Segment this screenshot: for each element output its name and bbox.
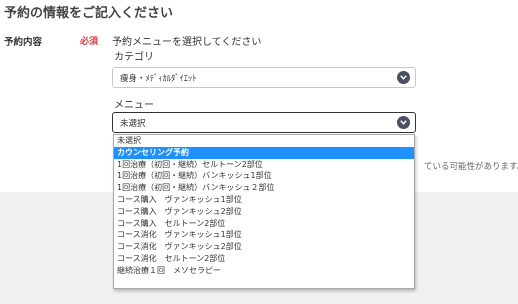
menu-instruction: 予約メニューを選択してください: [112, 37, 262, 48]
menu-option[interactable]: コース購入 ヴァンキッシュ1部位: [114, 194, 414, 206]
category-label: カテゴリ: [114, 52, 154, 63]
menu-option[interactable]: コース購入 ヴァンキッシュ2部位: [114, 206, 414, 218]
menu-dropdown-list: 未選択 カウンセリング予約 1回治療（初回・継続）セルトーン2部位 1回治療（初回・継…: [113, 134, 415, 289]
menu-option[interactable]: カウンセリング予約: [114, 146, 414, 159]
category-selected-value: 痩身・ﾒﾃﾞｨｶﾙﾀﾞｲｴｯﾄ: [120, 74, 197, 84]
menu-option[interactable]: 1回治療（初回・継続）バンキッシュ1部位: [114, 170, 414, 182]
menu-label: メニュー: [114, 100, 154, 111]
menu-option[interactable]: 1回治療（初回・継続）セルトーン2部位: [114, 159, 414, 171]
menu-option[interactable]: 1回治療（初回・継続）バンキッシュ２部位: [114, 182, 414, 194]
category-select[interactable]: 痩身・ﾒﾃﾞｨｶﾙﾀﾞｲｴｯﾄ: [112, 67, 416, 88]
required-badge: 必須: [80, 37, 99, 47]
menu-option[interactable]: 継続治療１回 メソセラピー: [114, 265, 414, 277]
menu-select[interactable]: 未選択: [112, 112, 416, 133]
reservation-content-label: 予約内容: [4, 37, 43, 48]
menu-option[interactable]: 未選択: [114, 135, 414, 147]
menu-option[interactable]: コース消化 ヴァンキッシュ2部位: [114, 241, 414, 253]
menu-option[interactable]: コース消化 ヴァンキッシュ1部位: [114, 229, 414, 241]
menu-selected-value: 未選択: [120, 119, 146, 129]
chevron-down-icon: [397, 116, 410, 129]
section-title: 予約の情報をご記入ください: [4, 6, 174, 21]
chevron-down-icon: [397, 71, 410, 84]
menu-option[interactable]: コース消化 セルトーン2部位: [114, 253, 414, 265]
hint-text: ている可能性があります。: [424, 162, 518, 172]
menu-option[interactable]: コース購入 セルトーン2部位: [114, 218, 414, 230]
